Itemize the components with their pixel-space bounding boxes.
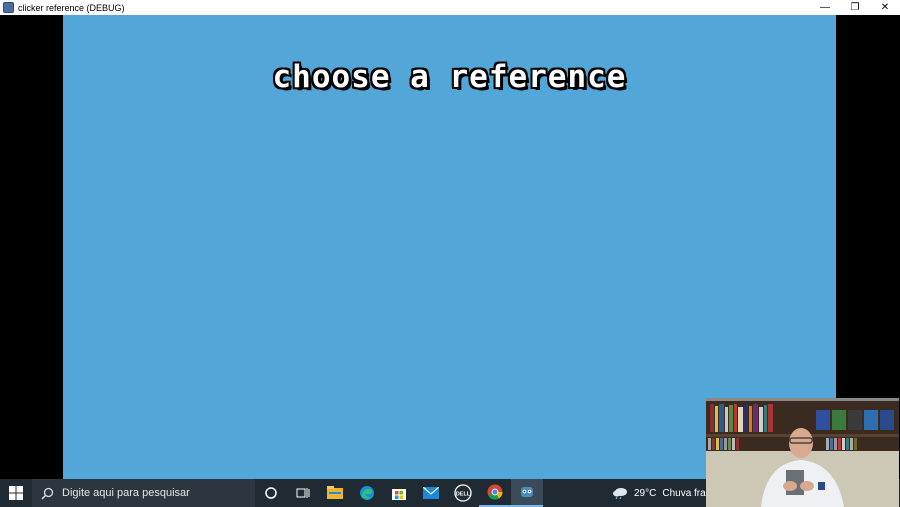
search-icon [40,486,54,500]
mail-icon[interactable] [415,479,447,507]
game-title: choose a reference [272,59,627,95]
window-title-bar[interactable]: clicker reference (DEBUG) — ❐ ✕ [0,0,900,15]
chrome-icon[interactable] [479,479,511,507]
taskbar-search-box[interactable]: Digite aqui para pesquisar [32,479,255,507]
window-title: clicker reference (DEBUG) [18,2,125,13]
godot-icon[interactable] [511,479,543,507]
windows-start-icon [9,486,23,500]
app-icon [3,2,14,13]
close-button[interactable]: ✕ [870,0,900,15]
weather-temperature: 29°C [634,487,657,499]
minimize-button[interactable]: — [810,0,840,15]
dell-icon[interactable]: DELL [447,479,479,507]
window-controls: — ❐ ✕ [810,0,900,15]
webcam-overlay [706,398,899,507]
task-view-icon[interactable] [287,479,319,507]
search-placeholder: Digite aqui para pesquisar [62,487,190,499]
rain-cloud-icon [613,488,627,499]
cortana-icon[interactable] [255,479,287,507]
weather-widget[interactable]: 29°C Chuva fraca [612,479,716,507]
restore-button[interactable]: ❐ [840,0,870,15]
edge-icon[interactable] [351,479,383,507]
start-button[interactable] [0,479,32,507]
microsoft-store-icon[interactable] [383,479,415,507]
file-explorer-icon[interactable] [319,479,351,507]
letterbox-left [0,15,63,479]
svg-text:DELL: DELL [456,492,471,498]
